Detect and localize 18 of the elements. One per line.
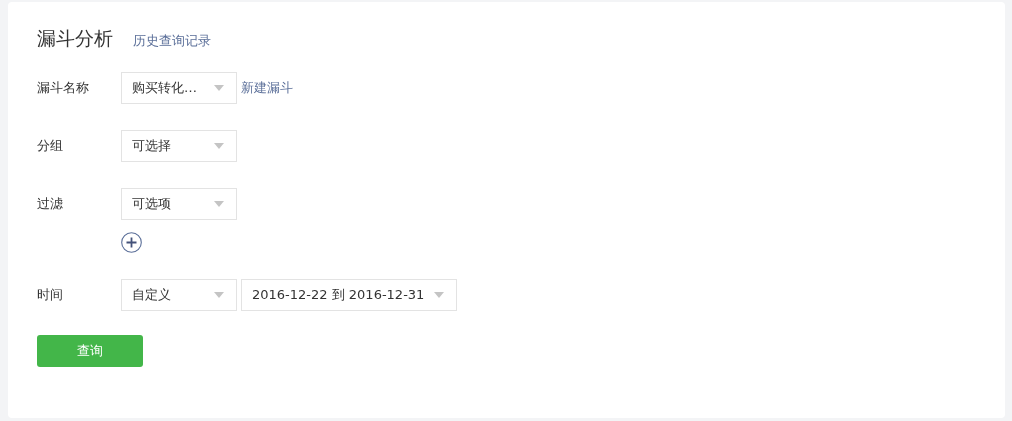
page-title: 漏斗分析 <box>37 26 113 51</box>
dropdown-select[interactable]: 自定义 <box>121 279 237 311</box>
dropdown-select[interactable]: 购买转化… <box>121 72 237 104</box>
caret-icon <box>214 143 224 149</box>
caret-icon <box>214 201 224 207</box>
dropdown-select[interactable]: 可选择 <box>121 130 237 162</box>
field-label: 漏斗名称 <box>37 79 90 97</box>
caret-icon <box>214 85 224 91</box>
dropdown-select[interactable]: 可选项 <box>121 188 237 220</box>
field-label: 过滤 <box>37 195 64 213</box>
field-label: 分组 <box>37 137 64 155</box>
history-link[interactable]: 历史查询记录 <box>133 32 211 50</box>
field-label: 时间 <box>37 286 64 304</box>
caret-icon <box>214 292 224 298</box>
caret-icon <box>434 292 444 298</box>
new-funnel-link[interactable]: 新建漏斗 <box>241 79 293 97</box>
dropdown-select[interactable]: 2016-12-22 到 2016-12-31 <box>241 279 457 311</box>
add-icon[interactable] <box>121 232 142 253</box>
